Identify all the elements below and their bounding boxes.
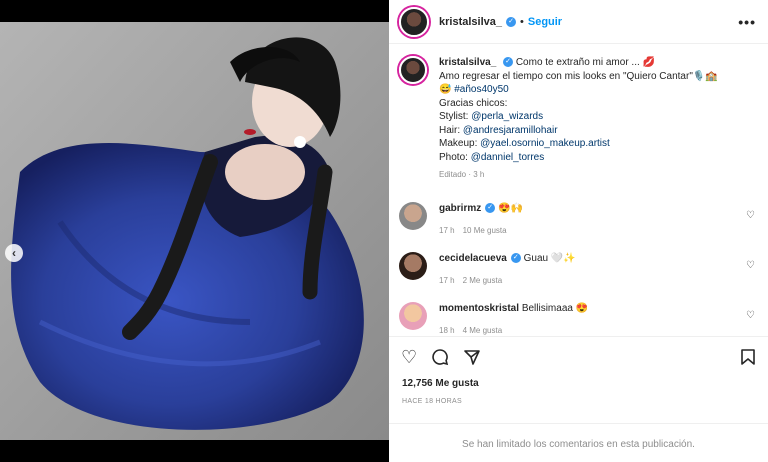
comment-text: Guau 🤍✨ — [523, 253, 576, 264]
hair-link[interactable]: @andresjaramillohair — [463, 125, 558, 136]
like-count[interactable]: 12,756 Me gusta — [402, 378, 479, 389]
author-avatar[interactable] — [399, 6, 429, 37]
comment-likes[interactable]: 4 Me gusta — [463, 326, 503, 335]
caption-line-1: Como te extraño mi amor ... 💋 — [515, 57, 655, 68]
caption-line-4: Gracias chicos: — [439, 97, 508, 109]
comment-text: 😍🙌 — [498, 203, 523, 214]
post-header: kristalsilva_ ✓ • Seguir ••• — [389, 0, 768, 44]
stylist-label: Stylist: — [439, 111, 472, 122]
post-photo[interactable]: ‹ — [0, 22, 389, 440]
comment-text: Bellisimaaa 😍 — [521, 303, 589, 314]
photo-link[interactable]: @danniel_torres — [471, 152, 545, 163]
verified-badge-icon: ✓ — [503, 57, 514, 68]
hair-label: Hair: — [439, 124, 463, 136]
commenter-avatar[interactable] — [399, 252, 427, 280]
carousel-prev-button[interactable]: ‹ — [5, 244, 23, 262]
post-side-panel: kristalsilva_ ✓ • Seguir ••• kristalsilv… — [389, 0, 768, 462]
comment-username[interactable]: cecidelacueva — [439, 253, 507, 264]
bottom-black-bar — [0, 440, 389, 462]
author-username[interactable]: kristalsilva_ — [439, 16, 502, 28]
stylist-link[interactable]: @perla_wizards — [471, 111, 543, 122]
hashtag-link[interactable]: #años40y50 — [454, 84, 509, 95]
comment-likes[interactable]: 2 Me gusta — [463, 276, 503, 285]
follow-button[interactable]: Seguir — [528, 16, 562, 28]
makeup-label: Makeup: — [439, 138, 481, 149]
comment-username[interactable]: gabrirmz — [439, 203, 481, 214]
caption-avatar[interactable] — [399, 56, 427, 84]
heart-icon[interactable]: ♡ — [401, 347, 417, 368]
caption-edited-time: Editado · 3 h — [439, 170, 485, 179]
comment-likes[interactable]: 10 Me gusta — [463, 226, 507, 235]
comments-limited-notice: Se han limitado los comentarios en esta … — [389, 423, 768, 462]
separator-dot: • — [520, 15, 524, 28]
verified-badge-icon: ✓ — [485, 203, 496, 214]
comment-time: 17 h — [439, 276, 455, 285]
comment-item: gabrirmz ✓ 😍🙌 17 h 10 Me gusta ♡ — [399, 202, 759, 238]
post-caption: kristalsilva_ ✓ Como te extraño mi amor … — [399, 56, 759, 182]
caption-emoji: 😅 — [439, 84, 455, 95]
commenter-avatar[interactable] — [399, 302, 427, 330]
comment-time: 17 h — [439, 226, 455, 235]
verified-badge-icon: ✓ — [506, 16, 516, 27]
action-bar: ♡ — [389, 336, 768, 376]
comment-time: 18 h — [439, 326, 455, 335]
caption-username[interactable]: kristalsilva_ — [439, 57, 496, 68]
chevron-left-icon: ‹ — [12, 246, 16, 260]
comment-username[interactable]: momentoskristal — [439, 303, 519, 314]
more-options-icon[interactable]: ••• — [738, 14, 756, 30]
comment-item: momentoskristal Bellisimaaa 😍 18 h 4 Me g… — [399, 302, 759, 336]
like-comment-heart-icon[interactable]: ♡ — [746, 310, 755, 321]
post-timestamp: HACE 18 HORAS — [402, 398, 462, 405]
like-comment-heart-icon[interactable]: ♡ — [746, 260, 755, 271]
makeup-link[interactable]: @yael.osornio_makeup.artist — [480, 138, 610, 149]
photo-label: Photo: — [439, 151, 471, 163]
verified-badge-icon: ✓ — [510, 253, 521, 264]
photo-illustration — [0, 22, 389, 440]
caption-text: kristalsilva_ ✓ Como te extraño mi amor … — [439, 56, 718, 182]
commenter-avatar[interactable] — [399, 202, 427, 230]
comment-item: cecidelacueva ✓ Guau 🤍✨ 17 h 2 Me gusta ♡ — [399, 252, 759, 288]
like-comment-heart-icon[interactable]: ♡ — [746, 210, 755, 221]
bookmark-icon[interactable] — [740, 348, 756, 366]
instagram-post-view: ‹ kristalsilva_ ✓ • Seguir ••• kristalsi… — [0, 0, 768, 462]
share-icon[interactable] — [463, 348, 481, 366]
caption-line-2: Amo regresar el tiempo con mis looks en … — [439, 70, 718, 82]
comment-icon[interactable] — [431, 348, 449, 366]
